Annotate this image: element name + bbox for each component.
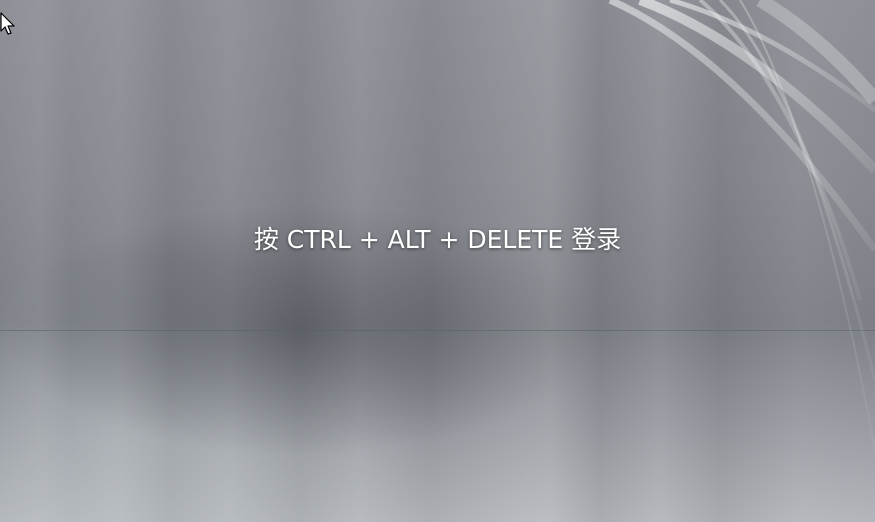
decorative-swoosh: [608, 0, 875, 451]
login-background: 按 CTRL + ALT + DELETE 登录: [0, 0, 875, 522]
ctrl-alt-delete-prompt: 按 CTRL + ALT + DELETE 登录: [253, 225, 622, 254]
mouse-pointer-icon: [0, 12, 15, 35]
